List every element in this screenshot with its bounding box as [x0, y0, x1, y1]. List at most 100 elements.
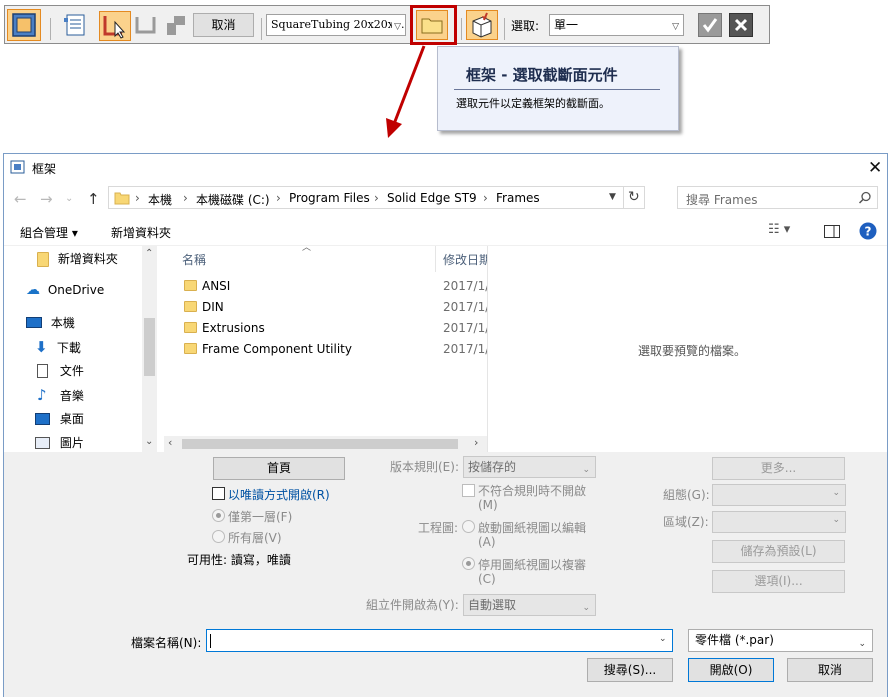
nav-item-desktop[interactable]: 桌面 — [4, 410, 84, 432]
chevron-down-icon: ⌄ — [858, 639, 866, 649]
nav-item-documents[interactable]: 文件 — [4, 362, 84, 384]
search-input[interactable]: 搜尋 Frames — [686, 191, 757, 208]
nav-item-label: OneDrive — [47, 283, 105, 297]
miter-corner-icon — [135, 17, 156, 34]
cube-select-icon — [472, 12, 492, 38]
save-default-button[interactable]: 儲存為預設(L) — [712, 540, 845, 563]
cross-section-select[interactable]: SquareTubing 20x20x1. ▽ — [266, 14, 406, 36]
availability-text: 可用性: 讀寫，唯讀 — [187, 553, 291, 567]
chevron-down-icon: ▽ — [392, 17, 401, 35]
address-divider — [623, 187, 624, 208]
file-row[interactable]: Extrusions — [184, 321, 265, 341]
preview-pane: 選取要預覽的檔案。 — [487, 246, 887, 452]
back-arrow-icon[interactable]: ← — [14, 190, 27, 208]
file-row[interactable]: ANSI — [184, 279, 230, 299]
refresh-icon[interactable]: ↻ — [628, 189, 640, 205]
close-icon[interactable]: ✕ — [868, 158, 882, 178]
butt-corner-button[interactable] — [161, 11, 191, 39]
file-row[interactable]: Frame Component Utility — [184, 342, 352, 362]
checkmark-icon — [702, 18, 718, 33]
nav-item-new-folder[interactable]: 新增資料夾 — [4, 250, 118, 272]
preview-pane-icon[interactable] — [824, 225, 840, 239]
frame-options-button[interactable] — [60, 11, 90, 39]
nav-item-pictures[interactable]: 圖片 — [4, 434, 84, 452]
folder-icon — [184, 322, 197, 333]
nav-item-music[interactable]: ♪ 音樂 — [4, 386, 84, 408]
chevron-down-icon: ▽ — [672, 22, 679, 32]
list-horizontal-scrollbar[interactable]: ‹ › — [164, 436, 487, 452]
open-button[interactable]: 開啟(O) — [688, 658, 774, 682]
search-button[interactable]: 搜尋(S)... — [587, 658, 673, 682]
select-3d-button[interactable] — [466, 10, 498, 40]
filename-input[interactable]: ⌄ — [206, 629, 673, 652]
breadcrumb-separator-icon: › — [483, 191, 488, 205]
scroll-thumb[interactable] — [182, 439, 458, 449]
navigation-bar: ← → ⌄ ↑ › 本機 › 本機磁碟 (C:) › Program Files… — [4, 182, 887, 216]
scroll-down-icon[interactable]: ⌄ — [145, 436, 153, 447]
breadcrumb-item[interactable]: Frames — [496, 191, 540, 205]
new-folder-button[interactable]: 新增資料夾 — [111, 224, 171, 241]
chevron-down-icon[interactable]: ▼ — [609, 192, 616, 202]
file-name: Frame Component Utility — [202, 342, 352, 356]
assembly-open-select[interactable]: 自動選取 ⌄ — [463, 594, 596, 616]
file-name: ANSI — [202, 279, 231, 293]
organize-menu[interactable]: 組合管理 ▾ — [20, 224, 78, 241]
readonly-label[interactable]: 以唯讀方式開啟(R) — [228, 486, 330, 503]
chevron-down-icon[interactable]: ⌄ — [659, 634, 667, 644]
enable-drawing-radio[interactable] — [462, 520, 475, 533]
forward-arrow-icon[interactable]: → — [40, 190, 53, 208]
scroll-up-icon[interactable]: ⌃ — [145, 248, 153, 259]
nav-vertical-scrollbar[interactable]: ⌃ ⌄ — [142, 246, 157, 452]
app-icon — [10, 160, 25, 174]
command-cancel-button[interactable]: 取消 — [193, 13, 254, 37]
no-open-rule-checkbox[interactable] — [462, 484, 475, 497]
drawing-label: 工程圖: — [418, 521, 459, 535]
file-name: DIN — [202, 300, 224, 314]
up-arrow-icon[interactable]: ↑ — [87, 190, 100, 208]
address-bar[interactable]: › 本機 › 本機磁碟 (C:) › Program Files › Solid… — [108, 186, 645, 209]
scroll-thumb[interactable] — [144, 318, 155, 376]
assembly-open-label: 組立件開啟為(Y): — [366, 598, 459, 612]
readonly-checkbox[interactable] — [212, 487, 225, 500]
home-button[interactable]: 首頁 — [213, 457, 345, 480]
zone-select[interactable]: ⌄ — [712, 511, 846, 533]
nav-item-downloads[interactable]: ⬇ 下載 — [4, 338, 81, 360]
frame-step-button[interactable] — [7, 9, 41, 41]
recent-chevron-icon[interactable]: ⌄ — [65, 193, 73, 204]
config-select[interactable]: ⌄ — [712, 484, 846, 506]
scroll-left-icon[interactable]: ‹ — [168, 436, 172, 449]
breadcrumb-item[interactable]: Program Files — [289, 191, 370, 205]
frame-step-icon — [12, 13, 36, 37]
close-command-button[interactable] — [729, 13, 753, 37]
cancel-button[interactable]: 取消 — [787, 658, 873, 682]
enable-drawing-label-2: (A) — [478, 535, 496, 549]
breadcrumb-item[interactable]: 本機 — [148, 191, 172, 208]
filetype-select[interactable]: 零件檔 (*.par) ⌄ — [688, 629, 873, 652]
scroll-right-icon[interactable]: › — [474, 436, 478, 449]
revision-rule-select[interactable]: 按儲存的 ⌄ — [463, 456, 596, 478]
options-button[interactable]: 選項(I)... — [712, 570, 845, 593]
nav-item-onedrive[interactable]: ☁ OneDrive — [4, 282, 104, 304]
breadcrumb-separator-icon: › — [135, 191, 140, 205]
file-row[interactable]: DIN — [184, 300, 224, 320]
column-header-name[interactable]: 名稱 — [182, 251, 206, 268]
all-levels-radio[interactable] — [212, 530, 225, 543]
disable-drawing-radio[interactable] — [462, 557, 475, 570]
help-icon[interactable]: ? — [859, 222, 877, 240]
document-icon — [37, 364, 48, 378]
select-mode-select[interactable]: 單一 ▽ — [549, 14, 684, 36]
dialog-title: 框架 — [32, 162, 57, 176]
separator — [50, 18, 51, 40]
search-box[interactable]: 搜尋 Frames — [677, 186, 878, 209]
breadcrumb-item[interactable]: Solid Edge ST9 — [387, 191, 477, 205]
first-level-radio[interactable] — [212, 509, 225, 522]
miter-button[interactable] — [131, 11, 161, 39]
column-header-date[interactable]: 修改日期 — [443, 251, 487, 268]
view-options-icon[interactable]: ☷ ▾ — [768, 222, 790, 237]
nav-item-this-pc[interactable]: 本機 — [4, 314, 75, 336]
accept-button[interactable] — [698, 13, 722, 37]
breadcrumb-item[interactable]: 本機磁碟 (C:) — [196, 191, 270, 208]
more-button[interactable]: 更多... — [712, 457, 845, 480]
path-select-button[interactable] — [99, 11, 131, 41]
filename-label: 檔案名稱(N): — [131, 636, 202, 650]
